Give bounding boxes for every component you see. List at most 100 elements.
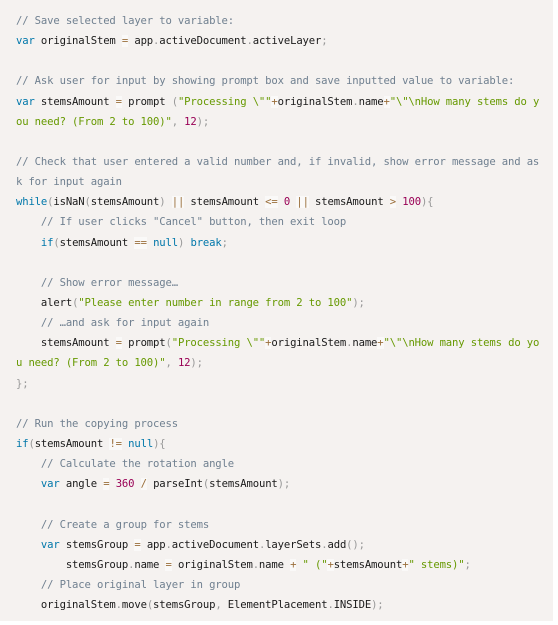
code-comment: // Place original layer in group xyxy=(40,578,241,591)
code-text: stemsAmount xyxy=(184,196,266,209)
code-line: // Create a group for stems xyxy=(16,515,553,535)
code-punctuation: ){ xyxy=(153,437,166,450)
code-comment: // If user clicks "Cancel" button, then … xyxy=(40,216,347,229)
code-number: 12 xyxy=(177,357,191,370)
code-text: prompt xyxy=(121,337,166,350)
code-line: // Check that user entered a valid numbe… xyxy=(16,152,553,172)
code-text: stemsAmount xyxy=(34,437,110,450)
code-string: u need? (From 2 to 100)" xyxy=(16,357,166,370)
code-punctuation: ; xyxy=(221,236,228,249)
code-line: while(isNaN(stemsAmount) || stemsAmount … xyxy=(16,192,553,212)
code-operator: || xyxy=(171,196,185,209)
code-comment: // Check that user entered a valid numbe… xyxy=(16,155,540,168)
code-comment: // …and ask for input again xyxy=(40,317,210,330)
code-line: k for input again xyxy=(16,172,553,192)
code-keyword: var xyxy=(40,538,60,551)
code-text: originalStem xyxy=(277,95,353,108)
code-operator: == xyxy=(134,236,147,249)
code-text: stemsAmount xyxy=(209,478,278,491)
code-line: // Place original layer in group xyxy=(16,575,553,595)
code-line: // Run the copying process xyxy=(16,414,553,434)
code-text: activeLayer xyxy=(252,35,322,48)
code-string: "Processing \"" xyxy=(171,337,266,350)
code-line: originalStem.move(stemsGroup, ElementPla… xyxy=(16,595,553,615)
code-line: ou need? (From 2 to 100)", 12); xyxy=(16,112,553,132)
code-comment: // Run the copying process xyxy=(16,417,178,430)
code-operator: <= xyxy=(265,196,278,209)
code-comment: k for input again xyxy=(16,176,122,189)
code-line: var angle = 360 / parseInt(stemsAmount); xyxy=(16,474,553,494)
code-text: name xyxy=(134,558,166,571)
code-text: stemsAmount xyxy=(308,196,390,209)
code-keyword: break xyxy=(190,236,222,249)
code-punctuation: ); xyxy=(196,115,210,128)
code-punctuation: ); xyxy=(371,599,384,612)
code-keyword: if xyxy=(40,236,54,249)
code-text: originalStem xyxy=(171,558,253,571)
code-line: u need? (From 2 to 100)", 12); xyxy=(16,353,553,373)
code-punctuation: ){ xyxy=(420,196,434,209)
code-keyword: var xyxy=(40,478,60,491)
code-text: layerSets xyxy=(265,538,322,551)
code-string: " stems)" xyxy=(408,558,465,571)
code-text: INSIDE xyxy=(333,599,372,612)
code-text: app xyxy=(128,35,154,48)
code-string: "\"\nHow many stems do y xyxy=(389,95,540,108)
code-punctuation: ; xyxy=(321,35,328,48)
code-punctuation: ; xyxy=(464,558,471,571)
code-line: // Show error message… xyxy=(16,273,553,293)
code-block: // Save selected layer to variable: var o… xyxy=(0,0,553,621)
code-string: " (" xyxy=(302,558,328,571)
code-keyword: var xyxy=(16,35,35,48)
code-comment: // Create a group for stems xyxy=(40,518,210,531)
code-text: activeDocument xyxy=(159,35,247,48)
code-string: ou need? (From 2 to 100)" xyxy=(16,115,172,128)
code-text: originalStem xyxy=(34,35,122,48)
code-line: var originalStem = app.activeDocument.ac… xyxy=(16,31,553,51)
code-comment: // Ask user for input by showing prompt … xyxy=(16,75,515,88)
code-punctuation: (); xyxy=(346,538,365,551)
code-number: 360 xyxy=(115,478,135,491)
code-line: // …and ask for input again xyxy=(16,313,553,333)
code-keyword: while xyxy=(16,196,48,209)
code-line: var stemsGroup = app.activeDocument.laye… xyxy=(16,535,553,555)
code-text: stemsGroup xyxy=(153,599,216,612)
code-line: // Calculate the rotation angle xyxy=(16,454,553,474)
code-comment: // Calculate the rotation angle xyxy=(40,458,234,471)
code-punctuation: ); xyxy=(190,357,203,370)
code-line: }; xyxy=(16,374,553,394)
code-punctuation: ); xyxy=(352,296,365,309)
code-text: angle xyxy=(59,478,104,491)
code-comment: // Save selected layer to variable: xyxy=(16,15,234,27)
code-line: // If user clicks "Cancel" button, then … xyxy=(16,212,553,232)
code-line: stemsAmount = prompt("Processing \""+ori… xyxy=(16,333,553,353)
code-string: "\"\nHow many stems do yo xyxy=(383,337,540,350)
code-number: 12 xyxy=(184,115,197,128)
code-comment: // Show error message… xyxy=(40,276,178,289)
code-text: activeDocument xyxy=(171,538,259,551)
code-text: stemsAmount xyxy=(16,337,116,350)
code-text: stemsAmount xyxy=(333,558,403,571)
code-keyword: null xyxy=(153,236,178,249)
code-text: move xyxy=(121,599,147,612)
code-text: parseInt xyxy=(146,478,203,491)
code-text: add xyxy=(327,538,347,551)
code-text: app xyxy=(140,538,166,551)
code-line: var stemsAmount = prompt ("Processing \"… xyxy=(16,92,553,112)
code-text: name xyxy=(358,95,384,108)
code-text: stemsGroup xyxy=(16,558,129,571)
code-line: if(stemsAmount != null){ xyxy=(16,434,553,454)
code-text: name xyxy=(258,558,291,571)
code-text: originalStem xyxy=(271,337,347,350)
code-line: stemsGroup.name = originalStem.name + " … xyxy=(16,555,553,575)
code-text: ElementPlacement xyxy=(221,599,328,612)
